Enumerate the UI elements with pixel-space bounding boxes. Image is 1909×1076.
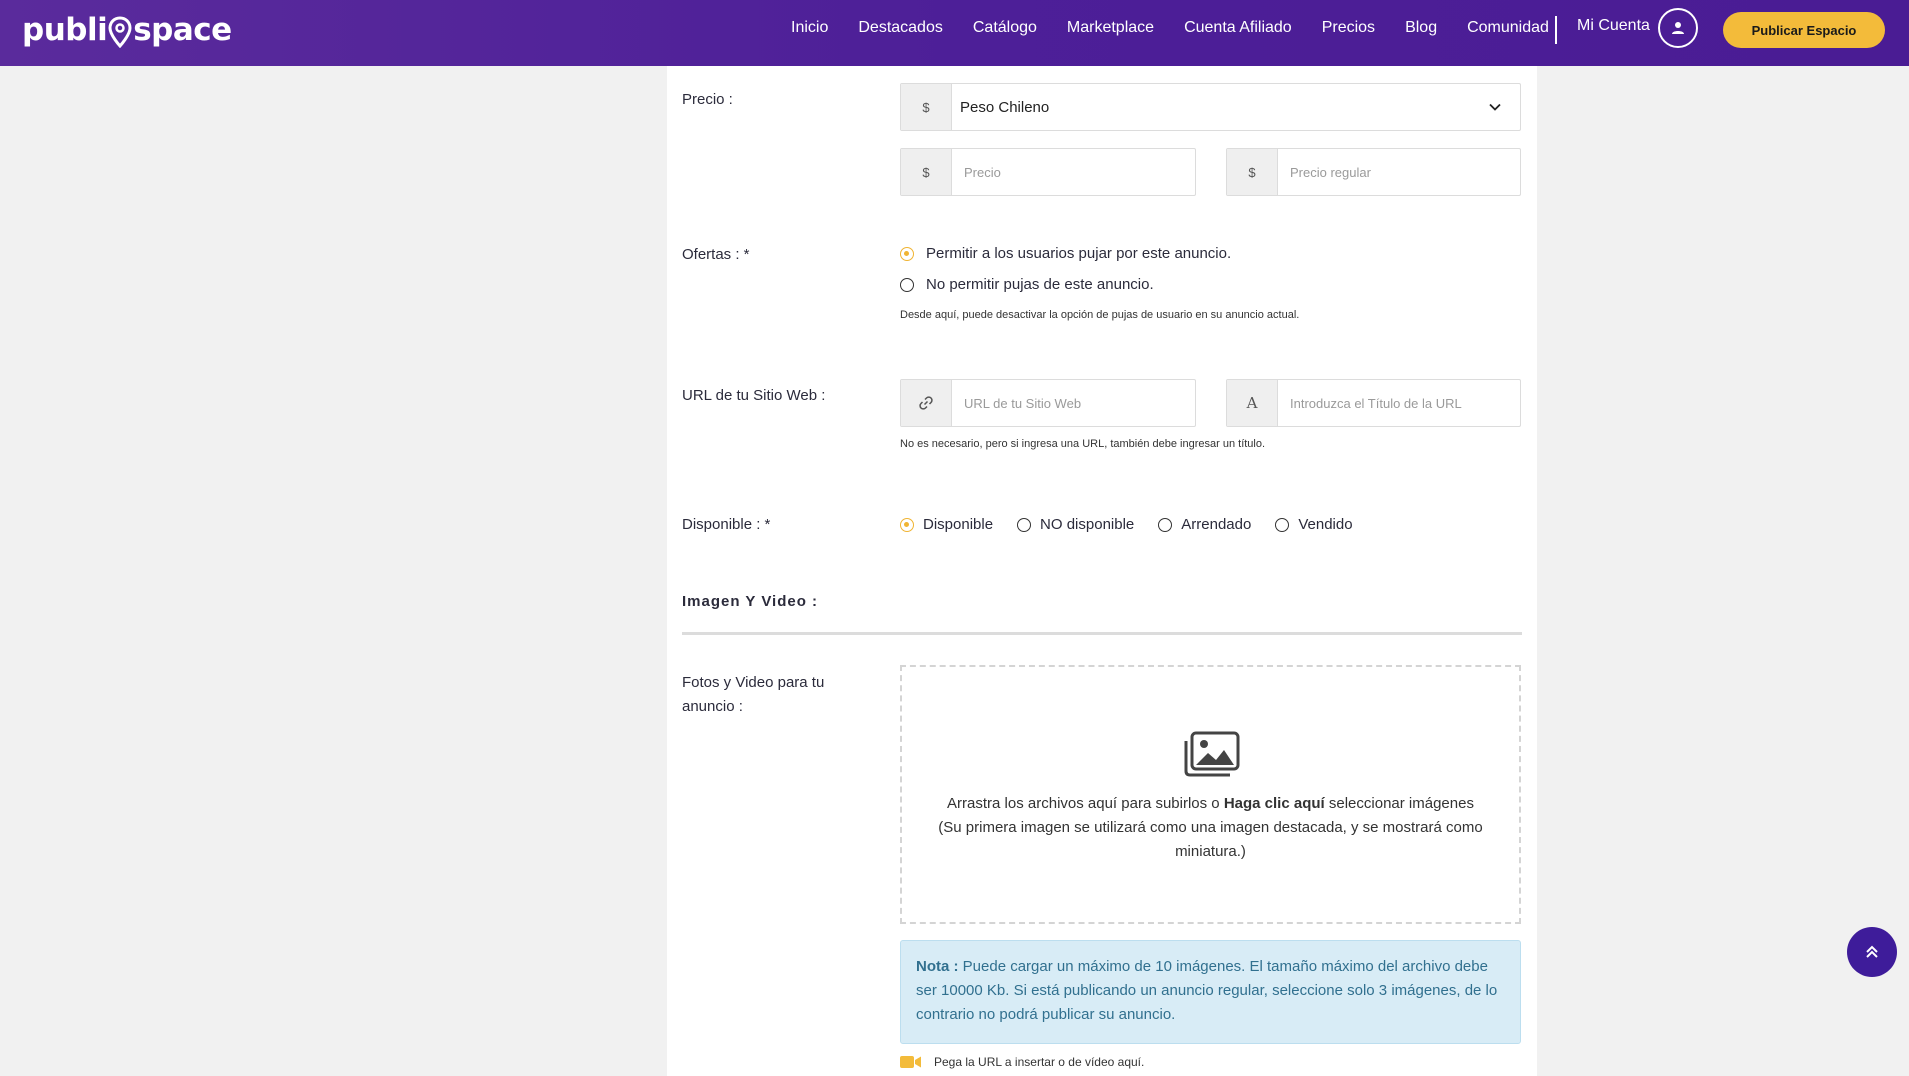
top-navbar: publi space Inicio Destacados Catálogo M… — [0, 0, 1909, 66]
offers-option-allow-label: Permitir a los usuarios pujar por este a… — [926, 245, 1232, 262]
website-title-input[interactable]: A Introduzca el Título de la URL — [1226, 379, 1521, 427]
image-dropzone[interactable]: Arrastra los archivos aquí para subirlos… — [900, 665, 1521, 924]
availability-radio-no-disponible[interactable] — [1017, 517, 1032, 532]
link-addon — [901, 380, 952, 426]
video-camera-icon — [900, 1056, 921, 1068]
brand-logo[interactable]: publi space — [22, 10, 232, 50]
availability-option-disponible[interactable]: Disponible — [923, 516, 993, 533]
media-section-title: Imagen Y Video : — [682, 593, 819, 610]
video-url-hint: Pega la URL a insertar o de vídeo aquí. — [900, 1055, 1144, 1069]
availability-option-arrendado[interactable]: Arrendado — [1181, 516, 1251, 533]
nav-item-precios[interactable]: Precios — [1322, 19, 1375, 37]
regular-price-currency-addon: $ — [1227, 149, 1278, 195]
website-url-placeholder: URL de tu Sitio Web — [964, 395, 1082, 411]
currency-select[interactable]: $ Peso Chileno — [900, 83, 1521, 131]
note-title: Nota : — [916, 958, 959, 975]
availability-options: Disponible NO disponible Arrendado Vendi… — [900, 516, 1353, 533]
scroll-to-top-button[interactable] — [1847, 927, 1897, 977]
website-help-text: No es necesario, pero si ingresa una URL… — [900, 438, 1266, 450]
note-text: Puede cargar un máximo de 10 imágenes. E… — [916, 958, 1498, 1023]
availability-radio-arrendado[interactable] — [1158, 517, 1173, 532]
nav-item-marketplace[interactable]: Marketplace — [1067, 19, 1154, 37]
media-label: Fotos y Video para tu anuncio : — [682, 674, 825, 715]
availability-option-vendido[interactable]: Vendido — [1298, 516, 1352, 533]
dropzone-text-after: seleccionar imágenes — [1324, 795, 1474, 812]
account-avatar-button[interactable] — [1658, 8, 1698, 48]
listing-form-card: Precio : $ Peso Chileno $ Precio $ Preci… — [667, 66, 1537, 1076]
availability-radio-disponible[interactable] — [900, 517, 914, 532]
price-placeholder: Precio — [964, 164, 1001, 180]
price-input[interactable]: $ Precio — [900, 148, 1196, 196]
video-hint-text: Pega la URL a insertar o de vídeo aquí. — [934, 1055, 1145, 1069]
availability-option-no-disponible[interactable]: NO disponible — [1040, 516, 1134, 533]
chevron-down-icon — [1489, 103, 1501, 111]
nav-item-catalogo[interactable]: Catálogo — [973, 19, 1037, 37]
price-currency-addon: $ — [901, 149, 952, 195]
offers-label: Ofertas : * — [682, 246, 750, 263]
section-divider — [682, 632, 1522, 635]
website-url-input[interactable]: URL de tu Sitio Web — [900, 379, 1196, 427]
logo-text-right: space — [133, 12, 232, 48]
website-title-placeholder: Introduzca el Título de la URL — [1290, 395, 1462, 411]
offers-option-deny[interactable]: No permitir pujas de este anuncio. — [900, 276, 1154, 293]
currency-symbol-addon: $ — [901, 84, 952, 130]
font-a-icon: A — [1227, 380, 1278, 426]
link-icon — [919, 396, 933, 410]
logo-text-left: publi — [22, 12, 108, 48]
dropzone-text-before: Arrastra los archivos aquí para subirlos… — [947, 795, 1224, 812]
radio-selected[interactable] — [900, 246, 914, 261]
currency-selected-value: Peso Chileno — [960, 98, 1050, 116]
availability-label: Disponible : * — [682, 516, 771, 533]
availability-radio-vendido[interactable] — [1275, 517, 1290, 532]
offers-help-text: Desde aquí, puede desactivar la opción d… — [900, 309, 1300, 321]
dropzone-instructions: Arrastra los archivos aquí para subirlos… — [922, 792, 1499, 864]
publish-space-button[interactable]: Publicar Espacio — [1723, 12, 1885, 48]
dropzone-subtext: (Su primera imagen se utilizará como una… — [938, 819, 1483, 860]
dropzone-click-here-link[interactable]: Haga clic aquí — [1224, 795, 1325, 812]
regular-price-placeholder: Precio regular — [1290, 164, 1371, 180]
radio-unselected[interactable] — [900, 277, 914, 292]
main-menu: Inicio Destacados Catálogo Marketplace C… — [791, 0, 1579, 56]
regular-price-input[interactable]: $ Precio regular — [1226, 148, 1521, 196]
images-icon — [1184, 731, 1240, 777]
offers-option-deny-label: No permitir pujas de este anuncio. — [926, 276, 1154, 293]
nav-separator — [1555, 16, 1557, 44]
upload-note-alert: Nota : Puede cargar un máximo de 10 imág… — [900, 940, 1521, 1044]
account-link[interactable]: Mi Cuenta — [1577, 17, 1650, 35]
nav-item-comunidad[interactable]: Comunidad — [1467, 19, 1549, 37]
price-label: Precio : — [682, 91, 733, 108]
user-icon — [1672, 22, 1684, 34]
nav-item-destacados[interactable]: Destacados — [858, 19, 943, 37]
nav-item-inicio[interactable]: Inicio — [791, 19, 828, 37]
location-pin-icon — [108, 16, 132, 48]
website-label: URL de tu Sitio Web : — [682, 387, 826, 404]
double-chevron-up-icon — [1866, 945, 1878, 958]
offers-option-allow[interactable]: Permitir a los usuarios pujar por este a… — [900, 245, 1231, 262]
nav-item-blog[interactable]: Blog — [1405, 19, 1437, 37]
nav-item-cuenta-afiliado[interactable]: Cuenta Afiliado — [1184, 19, 1292, 37]
